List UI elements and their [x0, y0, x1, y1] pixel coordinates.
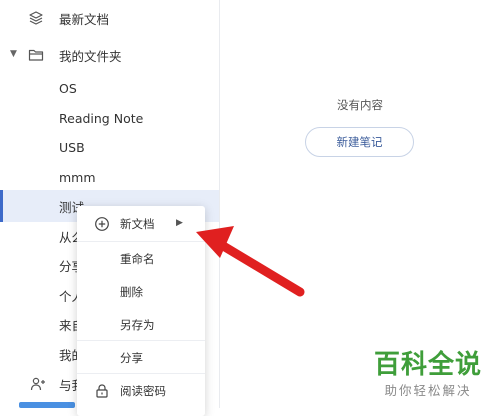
submenu-arrow-icon: ▶ [176, 218, 183, 228]
menu-item-label: 删除 [120, 285, 143, 299]
folder-item-label: mmm [59, 169, 96, 185]
menu-divider [77, 241, 205, 242]
menu-item-new-document[interactable]: 新文档 ▶ [77, 209, 205, 239]
empty-state-text: 没有内容 [337, 98, 383, 112]
new-note-button[interactable]: 新建笔记 [305, 127, 414, 157]
sidebar-item-recent[interactable]: 最新文档 [0, 2, 220, 34]
lock-icon [96, 384, 108, 398]
menu-item-read-password[interactable]: 阅读密码 [77, 376, 205, 406]
context-menu: 新文档 ▶ 重命名 删除 另存为 分享 阅读密码 [77, 206, 205, 416]
watermark-logo: 百科全说 助你轻松解决 [356, 344, 500, 408]
plus-circle-icon [95, 217, 109, 231]
menu-item-label: 重命名 [120, 252, 155, 266]
folder-item-label: USB [59, 139, 85, 155]
watermark-title: 百科全说 [373, 350, 482, 380]
folder-item[interactable]: OS [0, 72, 220, 104]
red-arrow-annotation [196, 226, 305, 297]
folder-icon [28, 49, 44, 61]
menu-divider [77, 373, 205, 374]
sidebar-item-my-folder[interactable]: ▼ 我的文件夹 [0, 39, 220, 71]
caret-down-icon[interactable]: ▼ [10, 49, 17, 59]
menu-item-label: 新文档 [120, 217, 155, 231]
user-share-icon [30, 377, 45, 391]
folder-item[interactable]: mmm [0, 161, 220, 193]
sidebar-item-label: 我的文件夹 [59, 48, 122, 64]
menu-item-delete[interactable]: 删除 [77, 277, 205, 307]
folder-item[interactable]: Reading Note [0, 102, 220, 134]
sidebar-divider [219, 0, 220, 408]
menu-item-save-as[interactable]: 另存为 [77, 310, 205, 340]
watermark-subtitle: 助你轻松解决 [384, 383, 472, 398]
menu-item-label: 另存为 [120, 318, 155, 332]
folder-item[interactable]: USB [0, 131, 220, 163]
folder-item-label: Reading Note [59, 110, 144, 126]
menu-item-label: 阅读密码 [120, 384, 166, 398]
menu-item-rename[interactable]: 重命名 [77, 244, 205, 274]
menu-item-share[interactable]: 分享 [77, 343, 205, 373]
layers-icon [29, 11, 43, 25]
sidebar-item-label: 最新文档 [59, 11, 110, 27]
new-button-edge[interactable] [19, 402, 75, 408]
menu-divider [77, 340, 205, 341]
menu-item-label: 分享 [120, 351, 143, 365]
folder-item-label: OS [59, 80, 77, 96]
